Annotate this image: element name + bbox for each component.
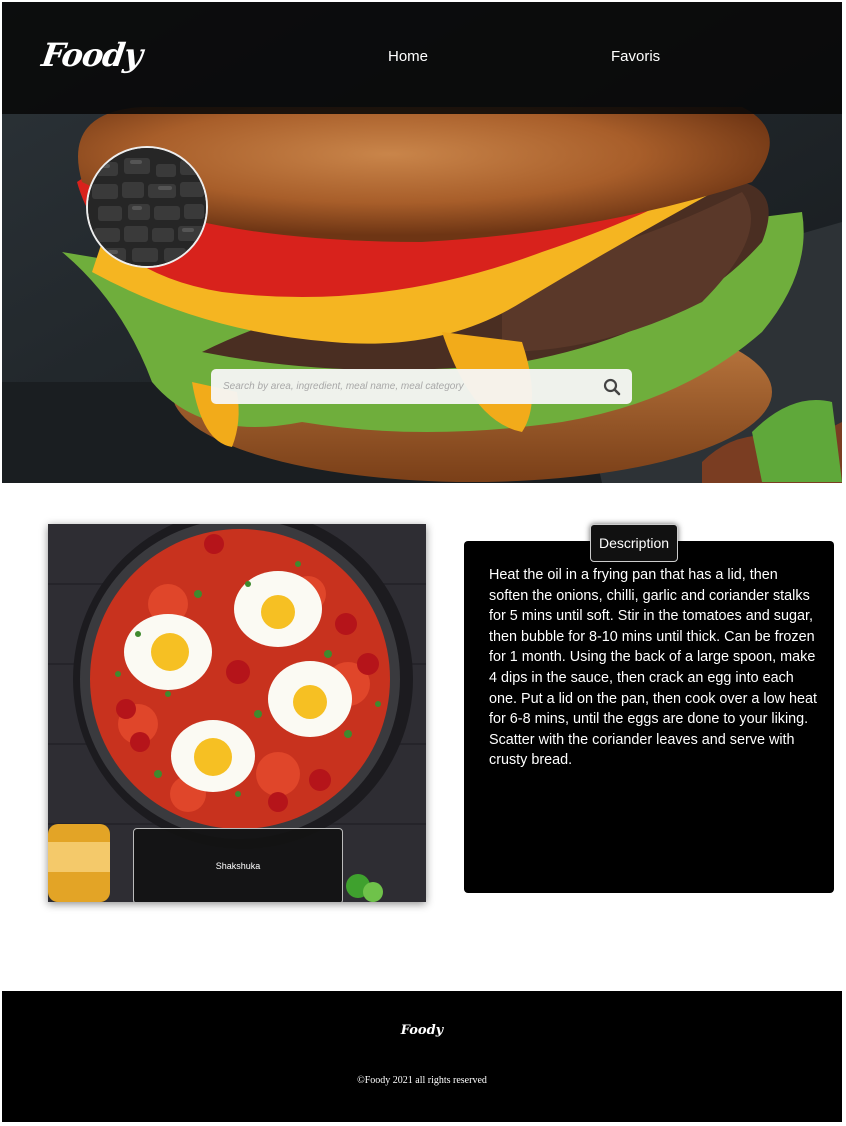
- search-bar: [211, 369, 632, 404]
- meal-name: Shakshuka: [215, 861, 261, 871]
- search-input[interactable]: [223, 369, 593, 404]
- description-text: Heat the oil in a frying pan that has a …: [489, 567, 818, 769]
- footer-copyright: ©Foody 2021 all rights reserved: [357, 1075, 487, 1086]
- description-tab[interactable]: Description: [590, 524, 678, 562]
- hero-banner: Foody Home Favoris: [2, 2, 842, 483]
- search-icon[interactable]: [602, 377, 622, 397]
- meal-card[interactable]: Shakshuka: [48, 524, 426, 902]
- avatar-texture: [88, 148, 206, 266]
- nav-favoris-link[interactable]: Favoris: [611, 48, 660, 65]
- footer: Foody ©Foody 2021 all rights reserved: [2, 991, 842, 1122]
- page: Foody Home Favoris Search by area, ingre…: [2, 2, 842, 1122]
- footer-logo: Foody: [400, 1023, 444, 1038]
- navbar: Foody Home Favoris: [2, 2, 842, 114]
- meal-name-box: Shakshuka: [133, 828, 343, 902]
- avatar: [86, 146, 208, 268]
- logo[interactable]: Foody: [39, 36, 144, 74]
- nav-home-link[interactable]: Home: [388, 48, 428, 65]
